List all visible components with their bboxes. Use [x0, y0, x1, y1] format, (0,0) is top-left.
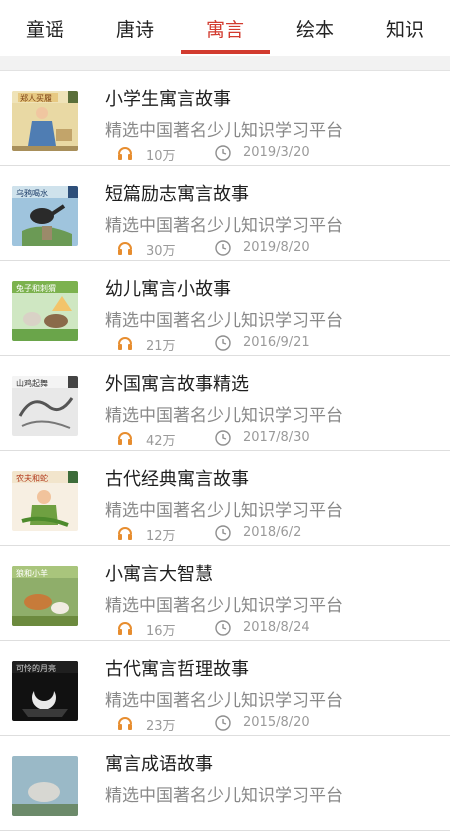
- cover-title-text: 兔子和刺猬: [16, 283, 56, 293]
- tab-picture-books[interactable]: 绘本: [270, 0, 360, 56]
- album-cover: 兔子和刺猬: [12, 281, 78, 341]
- album-cover: 山鸡起舞: [12, 376, 78, 436]
- album-description: 精选中国著名少儿知识学习平台: [105, 691, 343, 711]
- list-item[interactable]: 山鸡起舞 外国寓言故事精选 精选中国著名少儿知识学习平台 42万 2017/8/…: [0, 356, 450, 451]
- album-title: 小寓言大智慧: [105, 564, 213, 585]
- tab-tang-poems[interactable]: 唐诗: [90, 0, 180, 56]
- publish-date: 2016/9/21: [243, 335, 310, 350]
- headphones-icon: [118, 432, 132, 445]
- play-count: 21万: [146, 339, 176, 354]
- album-description: 精选中国著名少儿知识学习平台: [105, 311, 343, 331]
- play-count: 42万: [146, 434, 176, 449]
- category-tab-bar: 童谣 唐诗 寓言 绘本 知识: [0, 0, 450, 56]
- cover-image: 狼和小羊: [12, 566, 78, 626]
- album-cover: 乌鸦喝水: [12, 186, 78, 246]
- album-title: 短篇励志寓言故事: [105, 184, 249, 205]
- play-count: 12万: [146, 529, 176, 544]
- album-title: 小学生寓言故事: [105, 89, 231, 110]
- album-meta: 12万 2018/6/2: [116, 523, 436, 544]
- headphones-icon: [118, 527, 132, 540]
- album-description: 精选中国著名少儿知识学习平台: [105, 786, 343, 806]
- cover-image: 农夫和蛇: [12, 471, 78, 531]
- list-item[interactable]: 兔子和刺猬 幼儿寓言小故事 精选中国著名少儿知识学习平台 21万 2016/9/…: [0, 261, 450, 356]
- publish-date: 2018/6/2: [243, 525, 302, 540]
- album-meta: 23万 2015/8/20: [116, 713, 436, 734]
- cover-title-text: 郑人买履: [20, 93, 52, 103]
- publish-date: 2019/8/20: [243, 240, 310, 255]
- album-title: 古代经典寓言故事: [105, 469, 249, 490]
- clock-icon: [215, 145, 231, 161]
- tab-fables[interactable]: 寓言: [180, 0, 270, 56]
- tab-knowledge[interactable]: 知识: [360, 0, 450, 56]
- album-meta: 21万 2016/9/21: [116, 333, 436, 354]
- album-description: 精选中国著名少儿知识学习平台: [105, 216, 343, 236]
- album-title: 古代寓言哲理故事: [105, 659, 249, 680]
- active-tab-indicator: [181, 50, 270, 54]
- publish-date: 2015/8/20: [243, 715, 310, 730]
- publish-date: 2018/8/24: [243, 620, 310, 635]
- clock-icon: [215, 525, 231, 541]
- play-count: 30万: [146, 244, 176, 259]
- clock-icon: [215, 620, 231, 636]
- cover-image: 郑人买履: [12, 91, 78, 151]
- cover-title-text: 可怜的月亮: [16, 663, 56, 673]
- play-count: 16万: [146, 624, 176, 639]
- play-count: 23万: [146, 719, 176, 734]
- cover-title-text: 农夫和蛇: [16, 473, 48, 483]
- album-cover: 可怜的月亮: [12, 661, 78, 721]
- cover-image: 乌鸦喝水: [12, 186, 78, 246]
- cover-title-text: 狼和小羊: [16, 568, 48, 578]
- album-title: 寓言成语故事: [105, 754, 213, 775]
- headphones-icon: [118, 147, 132, 160]
- album-meta: 10万 2019/3/20: [116, 143, 436, 164]
- list-item[interactable]: 狼和小羊 小寓言大智慧 精选中国著名少儿知识学习平台 16万 2018/8/24: [0, 546, 450, 641]
- cover-image: 兔子和刺猬: [12, 281, 78, 341]
- headphones-icon: [118, 337, 132, 350]
- headphones-icon: [118, 242, 132, 255]
- clock-icon: [215, 335, 231, 351]
- clock-icon: [215, 240, 231, 256]
- list-item[interactable]: 寓言成语故事 精选中国著名少儿知识学习平台: [0, 736, 450, 831]
- list-item[interactable]: 乌鸦喝水 短篇励志寓言故事 精选中国著名少儿知识学习平台 30万 2019/8/…: [0, 166, 450, 261]
- album-description: 精选中国著名少儿知识学习平台: [105, 596, 343, 616]
- list-item[interactable]: 可怜的月亮 古代寓言哲理故事 精选中国著名少儿知识学习平台 23万 2015/8…: [0, 641, 450, 736]
- album-title: 外国寓言故事精选: [105, 374, 249, 395]
- cover-image: [12, 756, 78, 816]
- album-meta: 16万 2018/8/24: [116, 618, 436, 639]
- cover-image: 山鸡起舞: [12, 376, 78, 436]
- album-cover: 郑人买履: [12, 91, 78, 151]
- headphones-icon: [118, 622, 132, 635]
- clock-icon: [215, 715, 231, 731]
- cover-title-text: 乌鸦喝水: [16, 188, 48, 198]
- tab-nursery-rhymes[interactable]: 童谣: [0, 0, 90, 56]
- cover-image: 可怜的月亮: [12, 661, 78, 721]
- publish-date: 2017/8/30: [243, 430, 310, 445]
- album-description: 精选中国著名少儿知识学习平台: [105, 501, 343, 521]
- cover-title-text: 山鸡起舞: [16, 378, 48, 388]
- clock-icon: [215, 430, 231, 446]
- album-meta: 30万 2019/8/20: [116, 238, 436, 259]
- album-cover: 农夫和蛇: [12, 471, 78, 531]
- album-description: 精选中国著名少儿知识学习平台: [105, 121, 343, 141]
- list-item[interactable]: 农夫和蛇 古代经典寓言故事 精选中国著名少儿知识学习平台 12万 2018/6/…: [0, 451, 450, 546]
- list-item[interactable]: 郑人买履 小学生寓言故事 精选中国著名少儿知识学习平台 10万 2019/3/2…: [0, 71, 450, 166]
- album-meta: 42万 2017/8/30: [116, 428, 436, 449]
- section-divider: [0, 56, 450, 71]
- headphones-icon: [118, 717, 132, 730]
- album-cover: 狼和小羊: [12, 566, 78, 626]
- album-cover: [12, 756, 78, 816]
- album-description: 精选中国著名少儿知识学习平台: [105, 406, 343, 426]
- album-title: 幼儿寓言小故事: [105, 279, 231, 300]
- publish-date: 2019/3/20: [243, 145, 310, 160]
- album-list: 郑人买履 小学生寓言故事 精选中国著名少儿知识学习平台 10万 2019/3/2…: [0, 71, 450, 831]
- play-count: 10万: [146, 149, 176, 164]
